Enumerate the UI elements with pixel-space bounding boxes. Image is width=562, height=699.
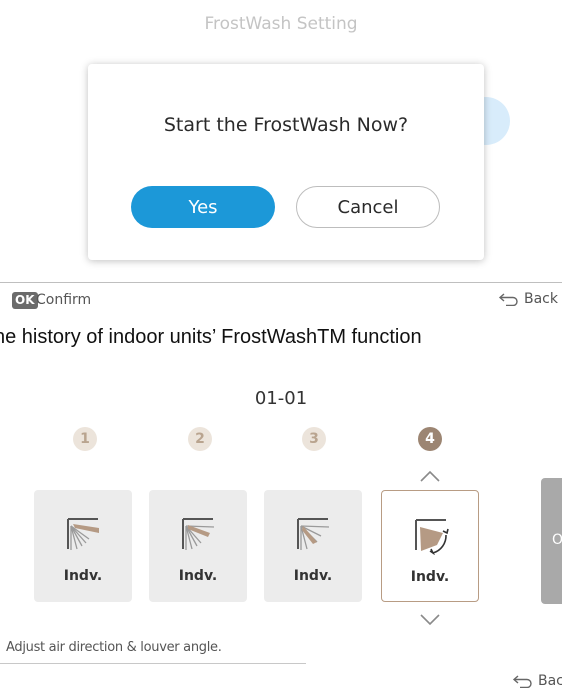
back-label: Back — [538, 673, 562, 689]
back-button[interactable]: Back — [498, 290, 558, 308]
screen-title: FrostWash Setting — [204, 14, 358, 34]
confirm-label: Confirm — [36, 292, 92, 308]
card-label: Indv. — [410, 569, 450, 585]
ok-key-badge: OK — [12, 292, 38, 309]
card-label: Indv. — [293, 568, 333, 584]
cancel-button[interactable]: Cancel — [296, 186, 440, 228]
footer-divider — [0, 282, 562, 283]
back-button-bottom[interactable]: Back — [512, 673, 562, 689]
step-4[interactable]: 4 — [418, 427, 442, 451]
louver-card-3[interactable]: Indv. — [264, 490, 362, 602]
chevron-down-icon[interactable] — [418, 613, 442, 627]
card-label: Indv. — [178, 568, 218, 584]
back-arrow-icon — [498, 293, 518, 306]
document-caption: he history of indoor units’ FrostWashTM … — [0, 326, 422, 348]
back-arrow-icon — [512, 675, 532, 688]
louver-card-2[interactable]: Indv. — [149, 490, 247, 602]
confirm-dialog: Start the FrostWash Now? Yes Cancel — [88, 64, 484, 260]
louver-fixed-icon — [297, 518, 330, 550]
unit-id: 01-01 — [254, 388, 308, 409]
next-option-text: O — [552, 532, 562, 548]
louver-card-1[interactable]: Indv. — [34, 490, 132, 602]
louver-swing-icon — [415, 519, 449, 555]
card-label: Indv. — [63, 568, 103, 584]
dialog-message: Start the FrostWash Now? — [163, 114, 409, 136]
yes-button[interactable]: Yes — [131, 186, 275, 228]
back-label: Back — [524, 291, 558, 307]
hint-divider — [0, 663, 306, 664]
louver-fixed-icon — [67, 518, 99, 550]
louver-card-4[interactable]: Indv. — [381, 490, 479, 602]
hint-text: Adjust air direction & louver angle. — [6, 640, 222, 655]
louver-fixed-icon — [182, 518, 215, 550]
step-2[interactable]: 2 — [188, 427, 212, 451]
step-3[interactable]: 3 — [302, 427, 326, 451]
chevron-up-icon[interactable] — [418, 469, 442, 483]
step-1[interactable]: 1 — [73, 427, 97, 451]
